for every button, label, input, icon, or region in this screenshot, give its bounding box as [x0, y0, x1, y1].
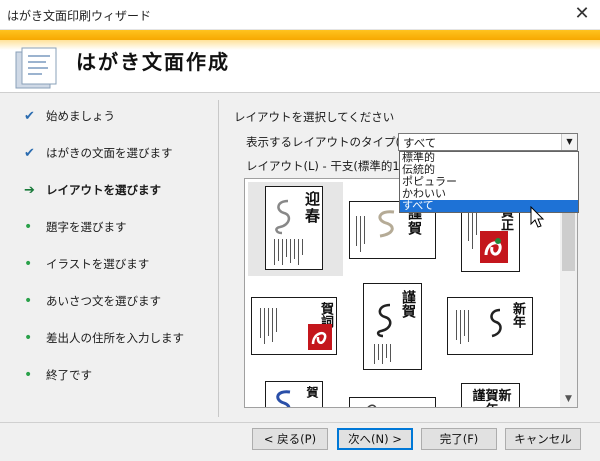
- title-bar: はがき文面印刷ウィザード ✕: [0, 0, 600, 30]
- thumbnail-greeting: 謹賀: [400, 290, 416, 318]
- step-label: イラストを選びます: [46, 257, 150, 271]
- dragon-illustration-icon: [275, 199, 291, 235]
- chevron-down-icon[interactable]: ▼: [561, 134, 577, 150]
- thumbnail-greeting: 賀: [305, 386, 319, 398]
- scroll-down-icon[interactable]: ▼: [560, 391, 577, 407]
- step-label: 題字を選びます: [46, 220, 127, 234]
- sidebar-divider: [218, 100, 219, 417]
- dragon-illustration-icon: [378, 210, 395, 238]
- step-label: 始めましょう: [46, 109, 115, 123]
- dragon-emblem-icon: [480, 231, 508, 263]
- back-button[interactable]: < 戻る(P): [252, 428, 328, 450]
- finish-button[interactable]: 完了(F): [421, 428, 497, 450]
- step-item: • あいさつ文を選びます: [24, 291, 161, 311]
- thumbnail-greeting: 新年: [510, 302, 525, 328]
- step-label: 終了です: [46, 368, 92, 382]
- arrow-right-icon: ➔: [24, 182, 35, 198]
- bullet-icon: •: [24, 330, 33, 346]
- footer-divider: [0, 422, 600, 423]
- next-button[interactable]: 次へ(N) >: [337, 428, 413, 450]
- layout-thumbnail[interactable]: 迎春: [265, 186, 323, 270]
- layout-thumbnail[interactable]: 謹賀新年: [461, 383, 520, 408]
- layout-type-select[interactable]: すべて ▼: [398, 133, 578, 151]
- layout-type-value: すべて: [403, 136, 437, 150]
- step-item: • イラストを選びます: [24, 254, 149, 274]
- bullet-icon: •: [24, 256, 33, 272]
- layout-thumbnail[interactable]: [349, 397, 436, 407]
- mouse-cursor-icon: [530, 206, 545, 228]
- layout-thumbnail[interactable]: 賀詞: [251, 297, 337, 355]
- step-label: 差出人の住所を入力します: [46, 331, 184, 345]
- dragon-illustration-icon: [376, 303, 392, 338]
- dragon-illustration-icon: [276, 390, 291, 407]
- thumbnail-greeting: 謹賀新年: [472, 389, 512, 408]
- layout-thumbnail[interactable]: 新年: [447, 297, 533, 355]
- dragon-illustration-icon: [367, 404, 377, 407]
- thumbnail-greeting: 迎春: [303, 191, 321, 225]
- header-banner: はがき文面作成: [0, 30, 600, 92]
- step-item: ✔ 始めましょう: [24, 106, 115, 126]
- dragon-emblem-icon: [308, 324, 332, 350]
- check-icon: ✔: [24, 108, 35, 124]
- check-icon: ✔: [24, 145, 35, 161]
- bullet-icon: •: [24, 367, 33, 383]
- bullet-icon: •: [24, 293, 33, 309]
- layout-type-label: 表示するレイアウトのタイプ(T):: [246, 135, 416, 149]
- close-icon[interactable]: ✕: [570, 3, 594, 27]
- layout-list-label: レイアウト(L) - 干支(標準的1): [246, 159, 405, 173]
- layout-thumbnail[interactable]: 謹賀: [363, 283, 422, 370]
- dropdown-option-selected[interactable]: すべて: [400, 200, 578, 212]
- bullet-icon: •: [24, 219, 33, 235]
- step-item: • 差出人の住所を入力します: [24, 328, 184, 348]
- layout-thumbnail[interactable]: 賀: [265, 381, 323, 407]
- dragon-illustration-icon: [490, 308, 502, 338]
- step-item: ✔ はがきの文面を選びます: [24, 143, 173, 163]
- step-item: • 終了です: [24, 365, 92, 385]
- step-item: • 題字を選びます: [24, 217, 127, 237]
- step-label: あいさつ文を選びます: [46, 294, 161, 308]
- window-title: はがき文面印刷ウィザード: [7, 9, 152, 23]
- layout-type-dropdown[interactable]: 標準的 伝統的 ポピュラー かわいい すべて: [399, 151, 579, 213]
- step-label: レイアウトを選びます: [46, 183, 161, 197]
- postcard-icon: [15, 47, 57, 89]
- step-item-current: ➔ レイアウトを選びます: [24, 180, 161, 200]
- step-label: はがきの文面を選びます: [46, 146, 173, 160]
- layout-prompt: レイアウトを選択してください: [234, 110, 395, 124]
- accent-stripe: [0, 30, 600, 40]
- page-title: はがき文面作成: [76, 50, 230, 74]
- cancel-button[interactable]: キャンセル: [505, 428, 581, 450]
- gallery-scrollbar[interactable]: ▼: [560, 179, 577, 407]
- wizard-steps: ✔ 始めましょう ✔ はがきの文面を選びます ➔ レイアウトを選びます • 題字…: [0, 93, 218, 423]
